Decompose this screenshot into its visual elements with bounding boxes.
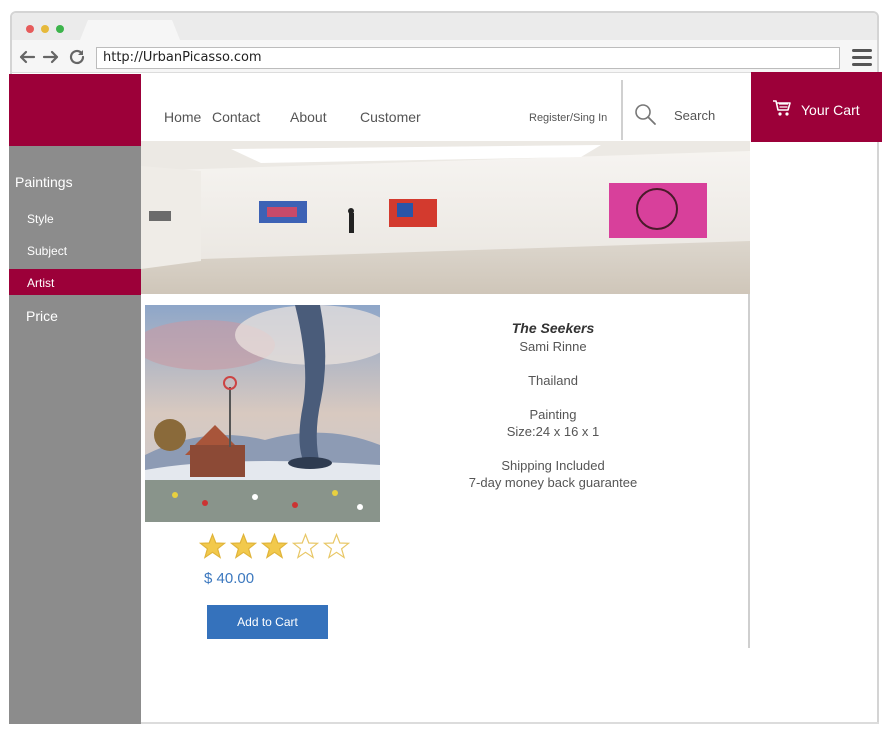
product-painting-image[interactable] xyxy=(145,305,380,522)
page-bottom-border xyxy=(141,722,879,724)
sidebar-item-subject[interactable]: Subject xyxy=(27,244,67,258)
gallery-hero-image xyxy=(141,141,750,294)
search-icon[interactable] xyxy=(634,103,658,127)
sidebar-heading-paintings[interactable]: Paintings xyxy=(15,174,73,190)
rating-stars[interactable] xyxy=(198,532,354,565)
sidebar-item-price[interactable]: Price xyxy=(26,308,58,324)
product-title: The Seekers xyxy=(511,320,595,336)
minimize-window-dot[interactable] xyxy=(41,25,49,33)
content-divider xyxy=(748,294,750,648)
product-medium: Painting xyxy=(529,407,577,422)
add-to-cart-button[interactable]: Add to Cart xyxy=(207,605,328,639)
nav-home[interactable]: Home xyxy=(164,109,201,125)
maximize-window-dot[interactable] xyxy=(56,25,64,33)
product-size: Size:24 x 16 x 1 xyxy=(506,424,600,439)
star-filled-icon[interactable] xyxy=(198,532,227,560)
nav-contact[interactable]: Contact xyxy=(212,109,260,125)
cart-icon[interactable] xyxy=(772,99,792,117)
product-guarantee: 7-day money back guarantee xyxy=(468,475,638,490)
product-price: $ 40.00 xyxy=(204,570,255,587)
star-outline-icon[interactable] xyxy=(291,532,320,560)
star-outline-icon[interactable] xyxy=(322,532,351,560)
hamburger-menu-icon[interactable] xyxy=(852,49,872,67)
product-artist[interactable]: Sami Rinne xyxy=(420,339,686,354)
sidebar-item-style[interactable]: Style xyxy=(27,212,54,226)
search-input[interactable]: Search xyxy=(674,108,715,123)
browser-tab[interactable] xyxy=(80,20,180,40)
cart-label[interactable]: Your Cart xyxy=(801,102,860,118)
product-shipping: Shipping Included xyxy=(501,458,605,473)
sidebar-item-artist-label: Artist xyxy=(27,276,55,290)
arrow-left-icon[interactable] xyxy=(18,48,36,66)
product-country: Thailand xyxy=(528,373,578,388)
arrow-right-icon[interactable] xyxy=(42,48,60,66)
close-window-dot[interactable] xyxy=(26,25,34,33)
star-filled-icon[interactable] xyxy=(229,532,258,560)
sidebar xyxy=(9,146,141,724)
header-divider xyxy=(621,80,623,140)
star-filled-icon[interactable] xyxy=(260,532,289,560)
nav-about[interactable]: About xyxy=(290,109,327,125)
register-signin-link[interactable]: Register/Sing In xyxy=(529,112,607,124)
url-bar[interactable]: http://UrbanPicasso.com xyxy=(96,47,840,69)
site-logo-block[interactable] xyxy=(9,74,141,146)
nav-customer[interactable]: Customer xyxy=(360,109,421,125)
reload-icon[interactable] xyxy=(68,48,86,66)
